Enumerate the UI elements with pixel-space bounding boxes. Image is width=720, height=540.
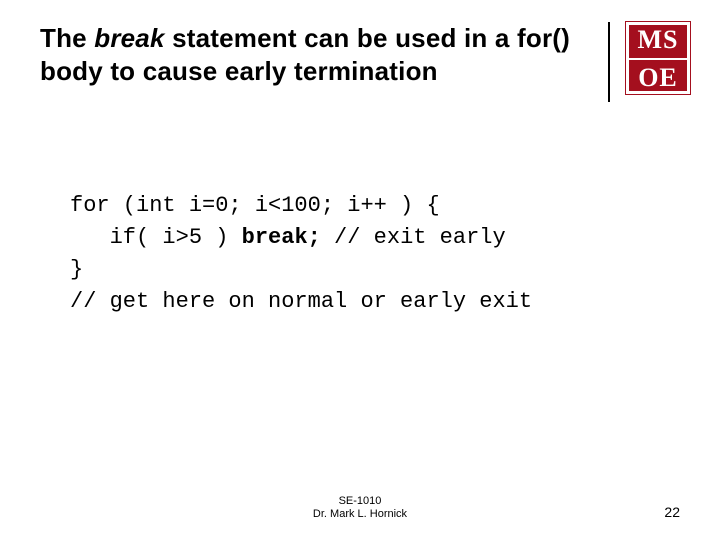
slide-footer: SE-1010 Dr. Mark L. Hornick	[0, 495, 720, 523]
page-number: 22	[664, 504, 680, 520]
logo-bottom-text: OE	[626, 60, 690, 96]
slide: The break statement can be used in a for…	[0, 0, 720, 540]
code-line-2a: if( i>5 )	[70, 225, 242, 250]
title-container: The break statement can be used in a for…	[40, 22, 610, 102]
msoe-logo: MS OE	[626, 22, 690, 94]
code-line-1: for (int i=0; i<100; i++ ) {	[70, 193, 440, 218]
title-prefix: The	[40, 23, 94, 53]
code-line-3: }	[70, 257, 83, 282]
title-emphasis: break	[94, 23, 164, 53]
code-break-keyword: break;	[242, 225, 321, 250]
code-line-4: // get here on normal or early exit	[70, 289, 532, 314]
logo-top-text: MS	[626, 22, 690, 60]
footer-author: Dr. Mark L. Hornick	[0, 508, 720, 522]
slide-title: The break statement can be used in a for…	[40, 22, 598, 87]
code-block: for (int i=0; i<100; i++ ) { if( i>5 ) b…	[70, 190, 690, 318]
footer-course: SE-1010	[0, 495, 720, 509]
code-line-2c: // exit early	[321, 225, 506, 250]
